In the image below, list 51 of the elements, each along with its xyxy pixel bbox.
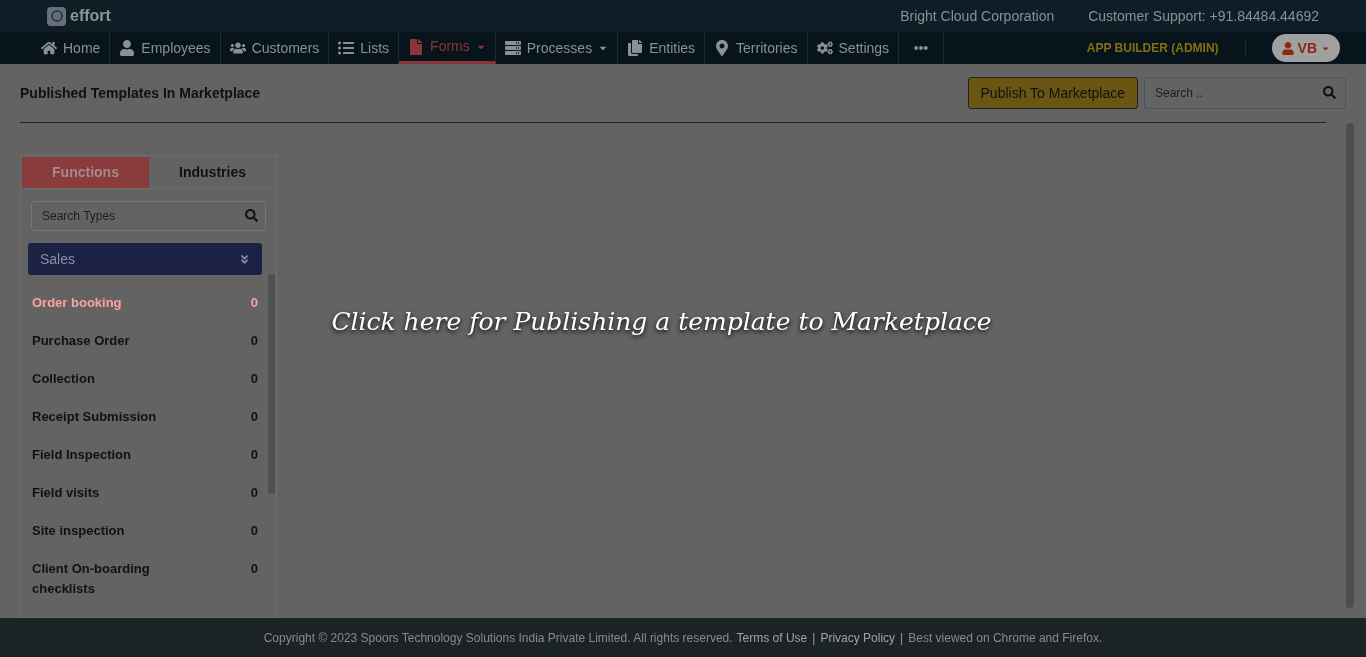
double-chevron-icon <box>239 253 250 265</box>
nav-tab[interactable]: Employees <box>110 32 221 64</box>
footer-text: Copyright © 2023 Spoors Technology Solutions India Private Limited. All rights reserved. <box>263 629 733 647</box>
role-label: APP BUILDER (ADMIN) <box>1086 39 1246 57</box>
nav-icon <box>714 40 731 56</box>
company-name: Bright Cloud Corporation <box>900 6 1055 26</box>
nav-tab[interactable]: Customers <box>220 32 330 64</box>
type-item[interactable]: Receipt Submission 0 <box>28 407 262 445</box>
footer-link[interactable]: Privacy Policy <box>820 628 896 647</box>
nav-tab[interactable]: Forms <box>399 32 496 64</box>
type-item[interactable]: Collection 0 <box>28 369 262 407</box>
category-header[interactable]: Sales <box>28 243 262 275</box>
nav-tab[interactable]: Entities <box>618 32 706 64</box>
nav-icon <box>119 40 136 56</box>
type-item[interactable]: Field visits 0 <box>28 483 262 521</box>
type-search-field[interactable]: Search Types <box>31 201 266 231</box>
footer-link[interactable]: Terms of Use <box>736 628 808 647</box>
footer-separator: | <box>811 629 817 647</box>
publish-hint: Click here for Publishing a template to Marketplace <box>331 306 992 338</box>
nav-tab[interactable]: Home <box>32 32 111 64</box>
search-icon <box>1323 86 1336 99</box>
type-item[interactable]: Client On-boarding checklists 0 <box>28 559 262 599</box>
logo-icon <box>47 6 66 26</box>
category-tab[interactable]: Industries <box>149 156 276 188</box>
type-item[interactable]: Site inspection 0 <box>28 521 262 559</box>
nav-icon <box>338 40 355 56</box>
footer-separator: | <box>899 629 905 647</box>
nav-icon <box>408 38 425 55</box>
support-phone: Customer Support: +91.84484.44692 <box>1088 6 1319 26</box>
type-item[interactable]: Order booking 0 <box>28 293 262 331</box>
type-item[interactable]: Purchase Order 0 <box>28 331 262 369</box>
page-title: Published Templates In Marketplace <box>20 83 261 103</box>
nav-icon <box>816 40 833 56</box>
nav-tab[interactable]: Territories <box>705 32 808 64</box>
nav-tab[interactable]: Processes <box>495 32 619 64</box>
user-icon <box>1281 41 1294 55</box>
category-tab[interactable]: Functions <box>22 157 149 188</box>
search-field[interactable]: Search .. <box>1144 77 1346 109</box>
footer-text: Best viewed on Chrome and Firefox. <box>908 629 1103 647</box>
publish-button[interactable]: Publish To Marketplace <box>967 77 1138 109</box>
nav-icon <box>41 40 57 56</box>
scrollbar[interactable] <box>268 274 275 494</box>
nav-tab[interactable]: Lists <box>329 32 400 64</box>
search-icon <box>245 209 258 222</box>
type-item[interactable]: Field Inspection 0 <box>28 445 262 483</box>
nav-icon <box>229 40 246 56</box>
brand-name: effort <box>70 6 111 26</box>
user-menu[interactable]: VB <box>1271 34 1340 62</box>
nav-icon <box>504 40 521 56</box>
nav-tab[interactable]: Settings <box>807 32 900 64</box>
nav-icon <box>627 40 644 56</box>
